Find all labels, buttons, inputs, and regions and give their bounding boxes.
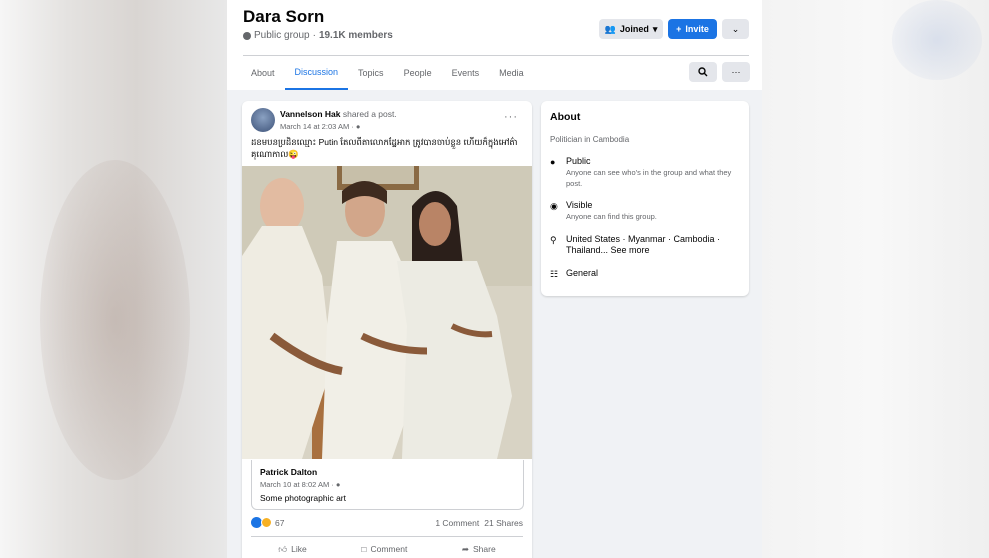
post-menu-button[interactable]: ··· — [504, 111, 518, 123]
globe-icon — [243, 31, 251, 40]
joined-button[interactable]: 👥 Joined ▾ — [599, 19, 663, 39]
chevron-down-icon: ⌄ — [731, 23, 740, 34]
invite-label: Invite — [685, 24, 709, 34]
group-title[interactable]: Dara Sorn — [243, 7, 324, 27]
actions-divider — [251, 536, 523, 537]
blurred-background-right — [762, 0, 989, 558]
about-item-title: Visible — [566, 200, 593, 210]
share-button[interactable]: ➦ Share — [462, 544, 496, 555]
about-panel: About Politician in Cambodia ● Public An… — [541, 101, 749, 296]
about-item-location[interactable]: ⚲ United States · Myanmar · Cambodia · T… — [550, 234, 745, 256]
globe-icon: ● — [550, 157, 556, 167]
joined-label: Joined — [619, 24, 649, 34]
blurred-background-left — [0, 0, 227, 558]
comment-button[interactable]: □ Comment — [361, 544, 407, 554]
about-item-sub: Anyone can find this group. — [566, 212, 657, 221]
meta-separator: · — [312, 30, 316, 41]
about-item-visible: ◉ Visible Anyone can find this group. — [550, 200, 745, 222]
shared-time-text: March 10 at 8:02 AM · — [260, 480, 334, 489]
avatar[interactable] — [251, 108, 275, 132]
about-description: Politician in Cambodia — [550, 135, 630, 144]
tab-events[interactable]: Events — [442, 56, 490, 90]
more-options-button[interactable]: ··· — [722, 62, 750, 82]
post-header: Vannelson Hak shared a post. — [280, 109, 397, 119]
like-label: Like — [291, 544, 307, 554]
invite-button[interactable]: + Invite — [668, 19, 717, 39]
haha-reaction-icon — [261, 517, 272, 528]
photo-image — [242, 166, 532, 459]
comment-count[interactable]: 1 Comment — [435, 518, 479, 528]
location-icon: ⚲ — [550, 235, 557, 245]
share-label: Share — [473, 544, 496, 554]
about-item-title: Public — [566, 156, 591, 166]
reaction-summary[interactable]: 67 — [251, 517, 284, 528]
post-text: ដខមបនប្រដិនឈ្មោះ Putin តែលពីតាលោកដ្ឋែអាក… — [251, 137, 518, 159]
expand-header-button[interactable]: ⌄ — [722, 19, 749, 39]
tab-topics[interactable]: Topics — [348, 56, 394, 90]
share-count[interactable]: 21 Shares — [484, 518, 523, 528]
about-item-public: ● Public Anyone can see who's in the gro… — [550, 156, 745, 189]
caret-down-icon: ▾ — [652, 23, 658, 34]
about-item-title: General — [566, 268, 599, 278]
share-icon: ➦ — [461, 543, 469, 554]
tab-media[interactable]: Media — [489, 56, 534, 90]
comment-label: Comment — [370, 544, 408, 554]
group-tabs: About Discussion Topics People Events Me… — [241, 56, 534, 90]
shared-post-attribution[interactable]: Patrick Dalton March 10 at 8:02 AM · ● S… — [251, 460, 524, 510]
shared-post-time[interactable]: March 10 at 8:02 AM · ● — [260, 480, 340, 489]
thumbs-up-icon: 👍︎ — [278, 543, 288, 554]
post-author[interactable]: Vannelson Hak — [280, 109, 340, 119]
engagement-counts: 1 Comment 21 Shares — [435, 518, 523, 528]
about-item-general: ☷ General — [550, 268, 745, 280]
post-action: shared a post. — [342, 109, 397, 119]
group-meta: Public group · 19.1K members — [243, 30, 393, 41]
facebook-group-page: Dara Sorn Public group · 19.1K members 👥… — [227, 0, 762, 558]
post-actions: 👍︎ Like □ Comment ➦ Share — [251, 538, 523, 558]
tab-discussion[interactable]: Discussion — [284, 56, 349, 90]
post-time-text: March 14 at 2:03 AM · — [280, 122, 354, 131]
globe-icon: ● — [335, 480, 341, 489]
about-title: About — [550, 111, 581, 123]
eye-icon: ◉ — [550, 201, 558, 211]
post-photo[interactable] — [242, 166, 532, 459]
tab-about[interactable]: About — [241, 56, 285, 90]
like-button[interactable]: 👍︎ Like — [278, 544, 306, 555]
group-header: Dara Sorn Public group · 19.1K members 👥… — [227, 0, 762, 90]
reaction-count: 67 — [275, 517, 285, 528]
plus-icon: + — [676, 24, 682, 34]
search-icon — [698, 67, 708, 77]
comment-icon: □ — [361, 544, 367, 554]
shared-post-author[interactable]: Patrick Dalton — [260, 467, 317, 477]
shared-post-text: Some photographic art — [260, 493, 346, 503]
group-privacy: Public group — [254, 30, 310, 41]
globe-icon: ● — [355, 122, 361, 131]
member-count[interactable]: 19.1K members — [319, 30, 393, 41]
about-item-sub: Anyone can see who's in the group and wh… — [566, 168, 732, 188]
people-icon: ☷ — [550, 269, 559, 279]
post-timestamp[interactable]: March 14 at 2:03 AM · ● — [280, 122, 360, 131]
tab-people[interactable]: People — [394, 56, 442, 90]
more-dots-icon: ··· — [731, 67, 741, 77]
search-button[interactable] — [689, 62, 717, 82]
about-item-title[interactable]: United States · Myanmar · Cambodia · Tha… — [566, 234, 745, 256]
post-card: Vannelson Hak shared a post. March 14 at… — [242, 101, 532, 558]
people-icon: 👥 — [604, 23, 616, 34]
